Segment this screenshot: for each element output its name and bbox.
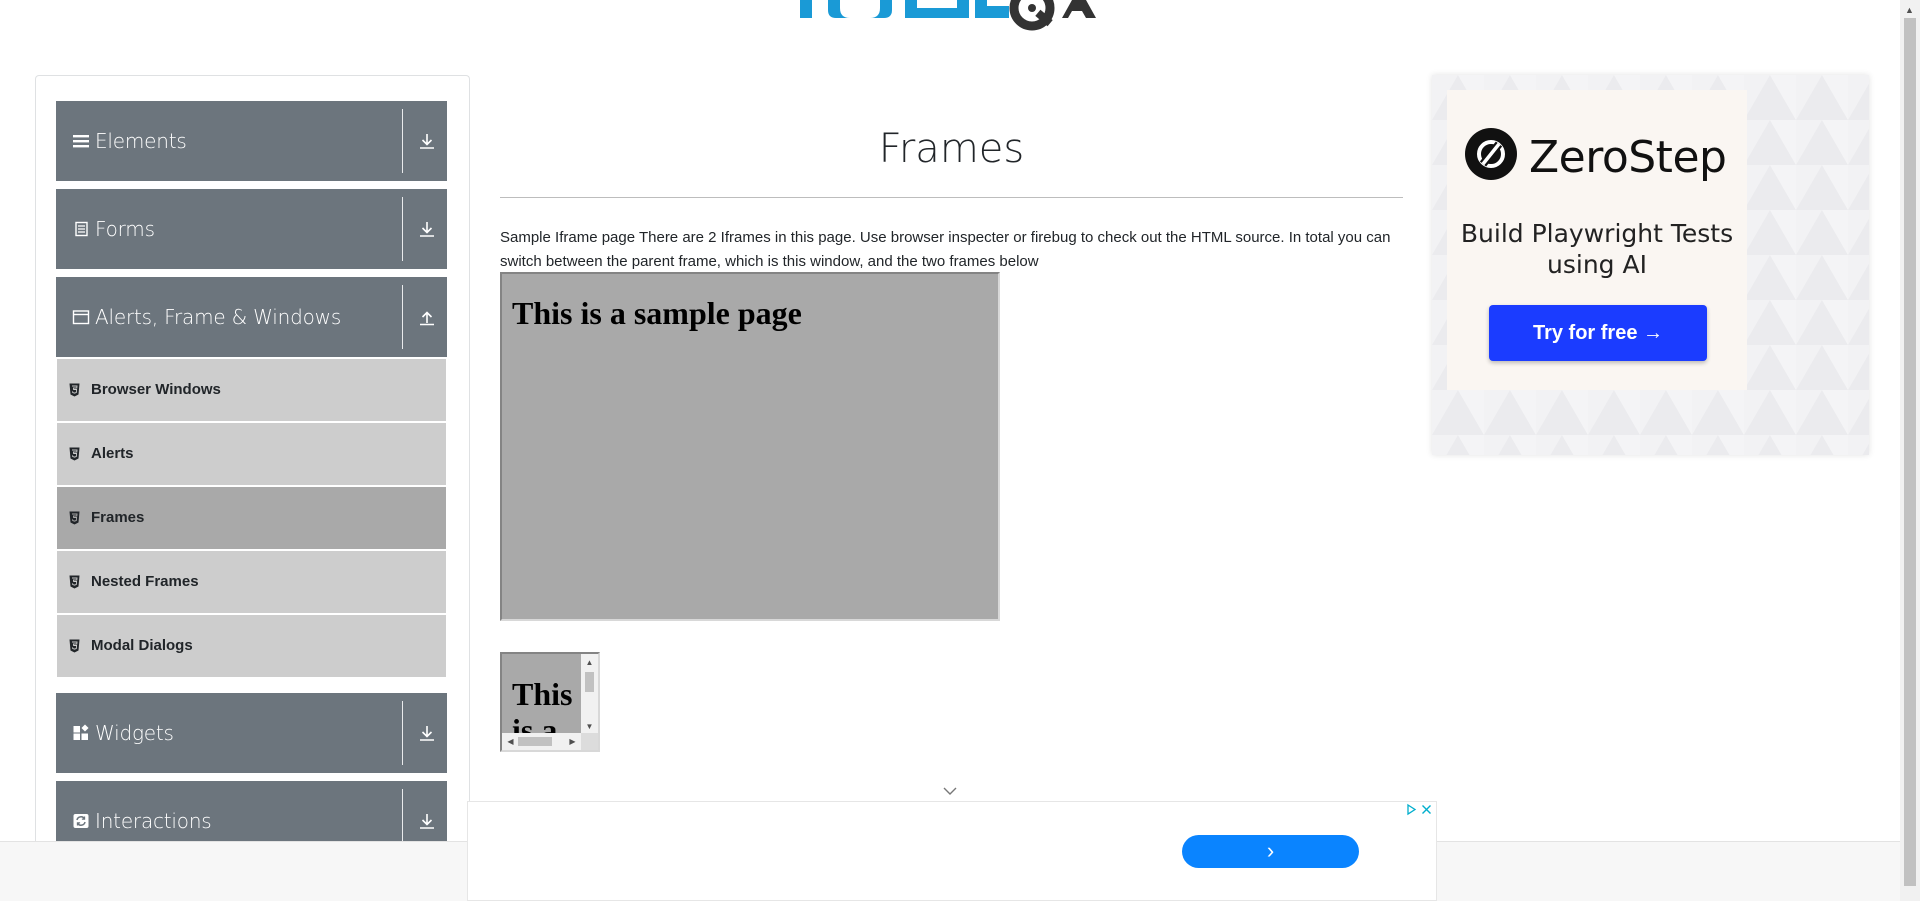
sidebar-item-label: Alerts [91,445,134,462]
close-icon[interactable] [1419,802,1434,817]
document-icon [75,221,88,237]
divider [402,285,403,349]
sidebar-group-alerts-frame-windows[interactable]: Alerts, Frame & Windows [56,277,447,357]
sidebar-group-interactions[interactable]: Interactions [56,781,447,845]
hamburger-icon [73,135,89,148]
sidebar-group-label: Interactions [95,809,212,833]
ad-tagline: Build Playwright Tests using AI [1460,219,1734,279]
sidebar-item-frames[interactable]: Frames [57,487,446,549]
widgets-icon [73,724,89,740]
sidebar-item-browser-windows[interactable]: Browser Windows [57,359,446,421]
divider [402,701,403,765]
scrollbar-thumb[interactable] [585,672,594,692]
sidebar-group-label: Forms [95,217,155,241]
sidebar-group-widgets[interactable]: Widgets [56,693,447,773]
page-title: Frames [878,126,1025,172]
window-icon [72,310,90,325]
html5-icon [69,639,80,653]
scrollbar-thumb[interactable] [1904,18,1916,886]
sidebar-item-alerts[interactable]: Alerts [57,423,446,485]
sidebar-group-label: Alerts, Frame & Windows [95,305,342,329]
scroll-down-arrow-icon[interactable]: ▼ [585,722,594,731]
sidebar-item-modal-dialogs[interactable]: Modal Dialogs [57,615,446,677]
bottom-ad[interactable]: › [467,801,1437,901]
scroll-left-arrow-icon[interactable]: ◀ [506,737,515,746]
scroll-right-arrow-icon[interactable]: ▶ [568,737,577,746]
download-arrow-icon[interactable] [418,220,436,238]
download-arrow-icon[interactable] [418,812,436,830]
scroll-up-arrow-icon[interactable]: ▲ [585,658,594,667]
page-scrollbar[interactable]: ▲ [1900,0,1920,901]
download-arrow-icon[interactable] [418,724,436,742]
divider [402,197,403,261]
html5-icon [69,383,80,397]
sidebar-item-label: Modal Dialogs [91,637,193,654]
sidebar-group-elements[interactable]: Elements [56,101,447,181]
sidebar-item-nested-frames[interactable]: Nested Frames [57,551,446,613]
html5-icon [69,511,80,525]
frame-vertical-scrollbar[interactable]: ▲ ▼ [581,654,598,735]
ad-choices[interactable] [1404,802,1434,817]
iframe-small[interactable]: This is a sample page ▲ ▼ ◀ ▶ [500,652,600,752]
html5-icon [69,447,80,461]
adchoices-icon[interactable] [1404,802,1419,817]
divider [402,109,403,173]
ad-card: ZeroStep Build Playwright Tests using AI… [1447,90,1747,390]
sidebar: Elements Forms Alerts, Frame & Windows B… [35,75,470,845]
sidebar-item-label: Nested Frames [91,573,199,590]
upload-arrow-icon[interactable] [418,308,436,326]
download-arrow-icon[interactable] [418,132,436,150]
zerostep-logo-icon [1465,128,1517,180]
sidebar-item-label: Browser Windows [91,381,221,398]
frame-horizontal-scrollbar[interactable]: ◀ ▶ [502,733,581,750]
sidebar-group-label: Elements [95,129,187,153]
frame-heading: This is a sample page [512,295,802,331]
chevron-down-icon[interactable] [942,785,958,797]
html5-icon [69,575,80,589]
refresh-icon [73,814,89,828]
scroll-up-arrow-icon[interactable]: ▲ [1905,5,1914,15]
ad-next-button[interactable]: › [1182,835,1359,868]
zerostep-ad[interactable]: ZeroStep Build Playwright Tests using AI… [1432,75,1869,455]
try-for-free-button[interactable]: Try for free → [1489,305,1707,361]
sidebar-item-label: Frames [91,509,145,526]
sidebar-group-label: Widgets [95,721,174,745]
divider [402,789,403,845]
toolsqa-logo[interactable] [800,0,1120,40]
page-description: Sample Iframe page There are 2 Iframes i… [500,229,1391,270]
scrollbar-corner [581,733,598,750]
divider [500,197,1403,198]
sidebar-group-forms[interactable]: Forms [56,189,447,269]
ad-brand-name: ZeroStep [1529,132,1727,183]
iframe-large[interactable]: This is a sample page [500,272,1000,621]
scrollbar-thumb[interactable] [518,737,552,746]
